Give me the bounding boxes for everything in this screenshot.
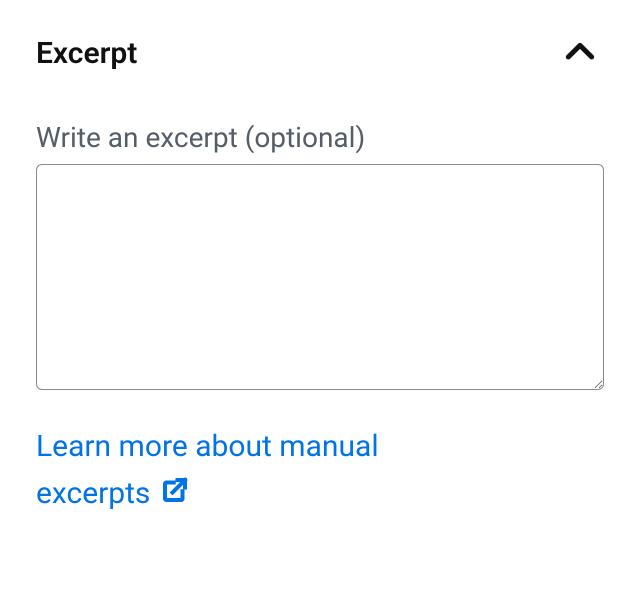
excerpt-panel-toggle-button[interactable]	[556, 28, 604, 79]
excerpt-help-link-wrap: Learn more about manual excerpts	[36, 424, 456, 518]
excerpt-help-link[interactable]: Learn more about manual excerpts	[36, 429, 379, 511]
excerpt-panel: Excerpt Write an excerpt (optional) Lear…	[0, 0, 640, 546]
excerpt-panel-header: Excerpt	[36, 28, 604, 79]
excerpt-textarea[interactable]	[36, 164, 604, 390]
chevron-up-icon	[560, 32, 600, 75]
external-link-icon	[160, 471, 190, 518]
excerpt-field-label: Write an excerpt (optional)	[36, 121, 604, 154]
excerpt-panel-title: Excerpt	[36, 36, 137, 71]
excerpt-help-link-text: Learn more about manual excerpts	[36, 429, 379, 511]
